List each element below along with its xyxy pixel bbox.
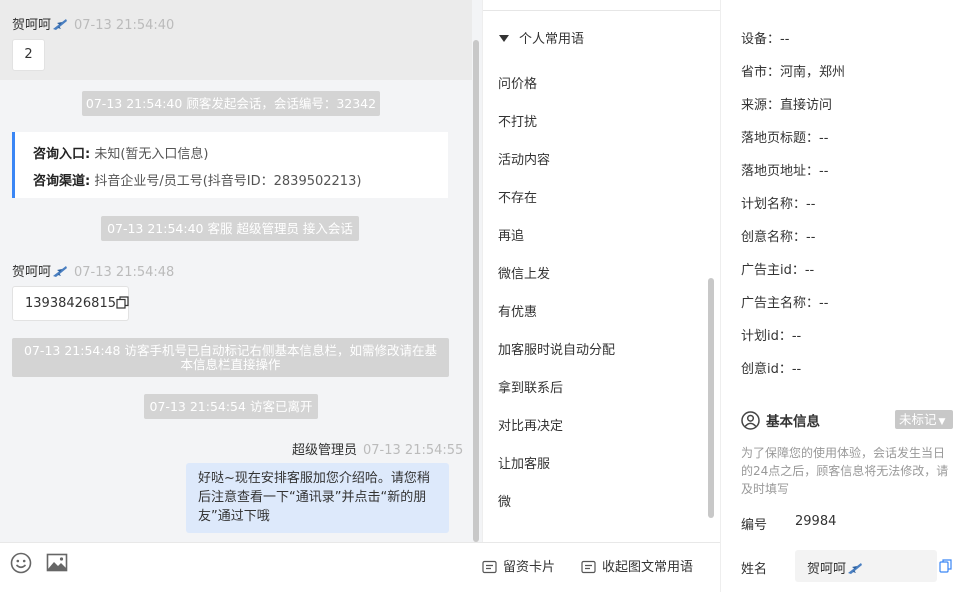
customer-message: 13938426815 (12, 286, 129, 321)
name-label: 姓名 (741, 562, 768, 577)
phrases-group-toggle[interactable]: 个人常用语 (499, 28, 584, 47)
message-header: 贺呵呵 07-13 21:54:48 (12, 261, 174, 280)
phrase-item[interactable]: 再追 (498, 225, 524, 244)
image-icon[interactable] (46, 552, 68, 574)
collapse-phrases-button[interactable]: 收起图文常用语 (581, 556, 693, 575)
sender-name: 贺呵呵 (12, 18, 52, 33)
basic-info-title: 基本信息 (741, 410, 820, 430)
airplane-icon (53, 266, 68, 277)
copy-icon[interactable] (939, 559, 952, 573)
phrase-item[interactable]: 加客服时说自动分配 (498, 339, 615, 358)
source-plan-name: 计划名称：-- (741, 197, 816, 212)
id-label: 编号 (741, 518, 768, 533)
message-header: 贺呵呵 07-13 21:54:40 (12, 14, 174, 33)
phrases-scrollbar[interactable] (708, 278, 714, 518)
customer-message: 2 (12, 39, 45, 71)
sender-name: 贺呵呵 (12, 265, 52, 280)
message-time: 07-13 21:54:40 (74, 18, 175, 33)
copy-icon[interactable] (116, 296, 129, 309)
divider (483, 10, 721, 11)
caret-down-icon: ▼ (938, 417, 946, 427)
phone-number-text: 13938426815 (25, 296, 116, 311)
airplane-icon (848, 563, 863, 574)
system-notice: 07-13 21:54:54 访客已离开 (144, 394, 318, 419)
input-toolbar: 留资卡片 收起图文常用语 (0, 542, 720, 592)
agent-message: 好哒~现在安排客服加您介绍哈。请您稍后注意查看一下“通讯录”并点击“新的朋友”通… (186, 463, 449, 533)
phrase-item[interactable]: 拿到联系后 (498, 377, 563, 396)
source-creative-id: 创意id：-- (741, 362, 802, 377)
card-icon (482, 560, 497, 574)
customer-info-panel: 设备：-- 省市：河南，郑州 来源：直接访问 落地页标题：-- 落地页地址：--… (720, 0, 953, 592)
phrase-item[interactable]: 不打扰 (498, 111, 537, 130)
source-landing-title: 落地页标题：-- (741, 131, 829, 146)
user-icon (741, 411, 760, 430)
system-notice: 07-13 21:54:48 访客手机号已自动标记右侧基本信息栏，如需修改请在基… (12, 338, 449, 377)
phrase-item[interactable]: 对比再决定 (498, 415, 563, 434)
caret-down-icon (499, 35, 509, 42)
phrase-item[interactable]: 微信上发 (498, 263, 550, 282)
message-time: 07-13 21:54:55 (363, 443, 464, 458)
source-advertiser-name: 广告主名称：-- (741, 296, 829, 311)
id-value: 29984 (795, 514, 837, 529)
edit-notice: 为了保障您的使用体验，会话发生当日的24点之后，顾客信息将无法修改，请及时填写 (741, 446, 949, 496)
lead-card-button[interactable]: 留资卡片 (482, 556, 555, 575)
phrase-item[interactable]: 让加客服 (498, 453, 550, 472)
phrase-item[interactable]: 活动内容 (498, 149, 550, 168)
sender-name: 超级管理员 (292, 443, 358, 458)
emoji-icon[interactable] (10, 552, 32, 574)
phrase-item[interactable]: 问价格 (498, 73, 537, 92)
phrases-panel: 个人常用语 问价格 不打扰 活动内容 不存在 再追 微信上发 有优惠 加客服时说… (482, 0, 721, 542)
inquiry-entry: 咨询入口: 未知(暂无入口信息) (33, 147, 209, 162)
chat-scrollbar[interactable] (473, 40, 479, 542)
source-region: 省市：河南，郑州 (741, 65, 846, 80)
mark-status-dropdown[interactable]: 未标记 ▼ (895, 410, 953, 429)
customer-service-workspace: 贺呵呵 07-13 21:54:40 2 07-13 21:54:40 顾客发起会… (0, 0, 953, 592)
chat-panel: 贺呵呵 07-13 21:54:40 2 07-13 21:54:40 顾客发起会… (0, 0, 482, 542)
phrase-item[interactable]: 不存在 (498, 187, 537, 206)
airplane-icon (53, 19, 68, 30)
phrase-item[interactable]: 有优惠 (498, 301, 537, 320)
name-field[interactable]: 贺呵呵 (795, 550, 937, 582)
source-landing-url: 落地页地址：-- (741, 164, 829, 179)
source-plan-id: 计划id：-- (741, 329, 802, 344)
message-time: 07-13 21:54:48 (74, 265, 175, 280)
source-device: 设备：-- (741, 32, 790, 47)
source-creative-name: 创意名称：-- (741, 230, 816, 245)
inquiry-info-card: 咨询入口: 未知(暂无入口信息) 咨询渠道: 抖音企业号/员工号(抖音号ID：2… (12, 132, 448, 198)
source-advertiser-id: 广告主id：-- (741, 263, 815, 278)
inquiry-channel: 咨询渠道: 抖音企业号/员工号(抖音号ID：2839502213) (33, 174, 362, 189)
phrases-icon (581, 560, 596, 574)
system-notice: 07-13 21:54:40 客服 超级管理员 接入会话 (101, 216, 359, 241)
phrase-item[interactable]: 微 (498, 491, 511, 510)
system-notice: 07-13 21:54:40 顾客发起会话，会话编号：32342 (82, 91, 380, 116)
message-highlight (0, 0, 472, 80)
source-channel: 来源：直接访问 (741, 98, 833, 113)
message-header: 超级管理员 07-13 21:54:55 (292, 439, 463, 458)
